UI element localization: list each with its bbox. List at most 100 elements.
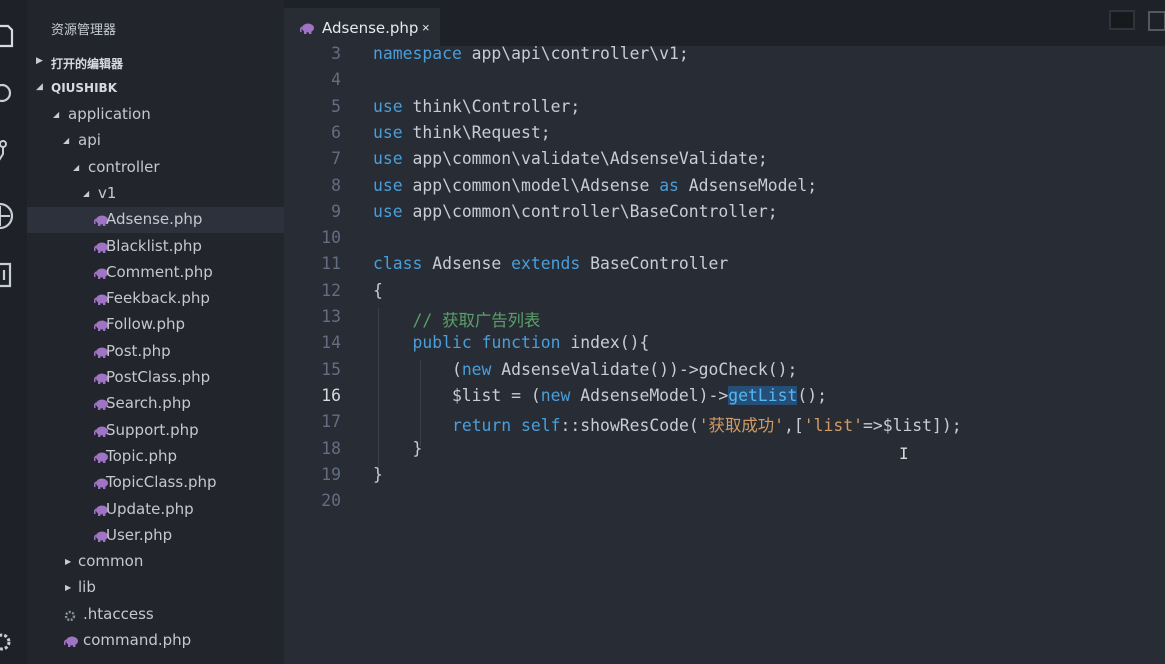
settings-icon[interactable] xyxy=(0,630,14,656)
file-item[interactable]: command.php xyxy=(27,628,284,654)
open-editors-section[interactable]: ▶ 打开的编辑器 xyxy=(27,50,284,74)
tree-item-label: Feekback.php xyxy=(106,289,210,308)
window-corner-icon xyxy=(1105,6,1165,38)
tree-item-label: controller xyxy=(88,157,160,176)
tree-item-label: v1 xyxy=(98,183,117,202)
code-token: self xyxy=(521,416,561,436)
file-item[interactable]: .htaccess xyxy=(27,602,284,628)
tab-label: Adsense.php xyxy=(322,19,419,37)
line-number: 3 xyxy=(331,46,341,63)
tree-item-label: Comment.php xyxy=(106,262,213,281)
chevron-down-icon: ◢ xyxy=(53,110,60,119)
tree-item-label: .htaccess xyxy=(83,604,154,623)
php-elephant-icon xyxy=(63,634,79,647)
file-item[interactable]: Blacklist.php xyxy=(27,234,284,260)
folder-item[interactable]: ◢ api xyxy=(27,128,284,154)
code-token: new xyxy=(461,359,492,379)
folder-item[interactable]: ◢ controller xyxy=(27,155,284,181)
code-token: // 获取广告列表 xyxy=(412,311,541,330)
file-item[interactable]: TopicClass.php xyxy=(27,470,284,496)
file-item[interactable]: Feekback.php xyxy=(27,286,284,312)
files-icon[interactable] xyxy=(0,22,14,48)
explorer-title: 资源管理器 xyxy=(51,23,117,38)
file-item[interactable]: User.php xyxy=(27,523,284,549)
line-number: 9 xyxy=(331,201,341,221)
code-text: (new AdsenseValidate())->goCheck(); xyxy=(373,360,797,379)
file-item[interactable]: Update.php xyxy=(27,497,284,523)
file-item[interactable]: Adsense.php xyxy=(27,207,284,234)
folder-item[interactable]: ◢ application xyxy=(27,102,284,128)
code-token: $list = ( xyxy=(373,385,541,405)
code-line: 3 namespace app\api\controller\v1; xyxy=(284,46,1165,67)
code-token: Adsense xyxy=(422,254,512,274)
extensions-icon[interactable] xyxy=(0,260,14,288)
code-token: return xyxy=(451,416,512,436)
line-number: 20 xyxy=(321,491,341,511)
code-line: 6 use think\Request; xyxy=(284,120,1165,146)
file-item[interactable]: Post.php xyxy=(27,339,284,365)
project-section[interactable]: ◢ QIUSHIBK xyxy=(27,76,284,100)
code-line: 5 use think\Controller; xyxy=(284,94,1165,120)
code-token: } xyxy=(373,438,423,458)
code-text: namespace app\api\controller\v1; xyxy=(373,46,689,63)
code-token: index(){ xyxy=(560,333,650,353)
code-token: AdsenseModel)-> xyxy=(570,385,729,405)
explorer-sidebar: 资源管理器 ▶ 打开的编辑器 ◢ QIUSHIBK ◢ application ◢ a… xyxy=(27,0,284,664)
code-line: 17 return self::showResCode('获取成功',['lis… xyxy=(284,409,1165,435)
code-token: ,[ xyxy=(784,416,804,436)
line-number: 12 xyxy=(321,280,341,300)
tree-item-label: common xyxy=(78,552,144,571)
code-token: use xyxy=(373,149,403,169)
folder-item[interactable]: ▶ common xyxy=(27,549,284,575)
line-number: 15 xyxy=(321,359,341,379)
tree-item-label: api xyxy=(78,131,101,150)
file-item[interactable]: PostClass.php xyxy=(27,365,284,391)
tree-item-label: User.php xyxy=(106,525,173,544)
code-token: } xyxy=(373,464,383,484)
file-item[interactable]: Topic.php xyxy=(27,444,284,470)
code-text: public function index(){ xyxy=(373,333,649,352)
code-token: (); xyxy=(797,385,827,405)
file-item[interactable]: Support.php xyxy=(27,418,284,444)
file-item[interactable]: Follow.php xyxy=(27,312,284,338)
code-line: 10 xyxy=(284,225,1165,251)
code-token: { xyxy=(373,280,383,300)
code-line: 20 xyxy=(284,488,1165,514)
source-control-icon[interactable] xyxy=(0,138,14,164)
code-token: 'list' xyxy=(803,416,863,436)
code-text: } xyxy=(373,465,383,484)
debug-icon[interactable] xyxy=(0,200,14,230)
code-editor[interactable]: 3 namespace app\api\controller\v1; 4 5 use t… xyxy=(284,46,1165,664)
chevron-right-icon: ▶ xyxy=(65,583,72,593)
close-icon[interactable]: × xyxy=(422,20,430,35)
file-item[interactable]: Comment.php xyxy=(27,260,284,286)
line-number: 6 xyxy=(331,122,341,142)
folder-item[interactable]: ◢ v1 xyxy=(27,181,284,207)
text-cursor-icon: I xyxy=(899,444,909,463)
code-line: 7 use app\common\validate\AdsenseValidate… xyxy=(284,146,1165,172)
file-item[interactable]: Search.php xyxy=(27,391,284,417)
chevron-right-icon: ▶ xyxy=(65,557,72,567)
search-icon[interactable] xyxy=(0,80,14,106)
code-text: { xyxy=(373,281,383,300)
code-text: return self::showResCode('获取成功',['list'=… xyxy=(373,412,962,436)
tab-adsense[interactable]: Adsense.php × xyxy=(284,8,440,46)
folder-item[interactable]: ▶ lib xyxy=(27,575,284,601)
tree-item-label: TopicClass.php xyxy=(106,473,217,492)
code-token: use xyxy=(373,201,403,221)
code-token: app\api\controller\v1; xyxy=(461,46,689,63)
line-number: 16 xyxy=(321,385,341,405)
tab-bar: Adsense.php × xyxy=(284,0,1165,46)
code-token: ::showResCode( xyxy=(560,416,699,436)
tree-item-label: Follow.php xyxy=(106,315,185,334)
code-token: app\common\validate\AdsenseValidate; xyxy=(402,149,768,169)
chevron-down-icon: ◢ xyxy=(83,188,90,198)
line-number: 13 xyxy=(321,307,341,326)
code-token: new xyxy=(540,385,571,405)
code-token: =>$list]); xyxy=(862,416,962,436)
line-number: 4 xyxy=(331,70,341,90)
code-text: $list = (new AdsenseModel)->getList(); xyxy=(373,385,827,405)
code-line: 11 class Adsense extends BaseController xyxy=(284,251,1165,277)
